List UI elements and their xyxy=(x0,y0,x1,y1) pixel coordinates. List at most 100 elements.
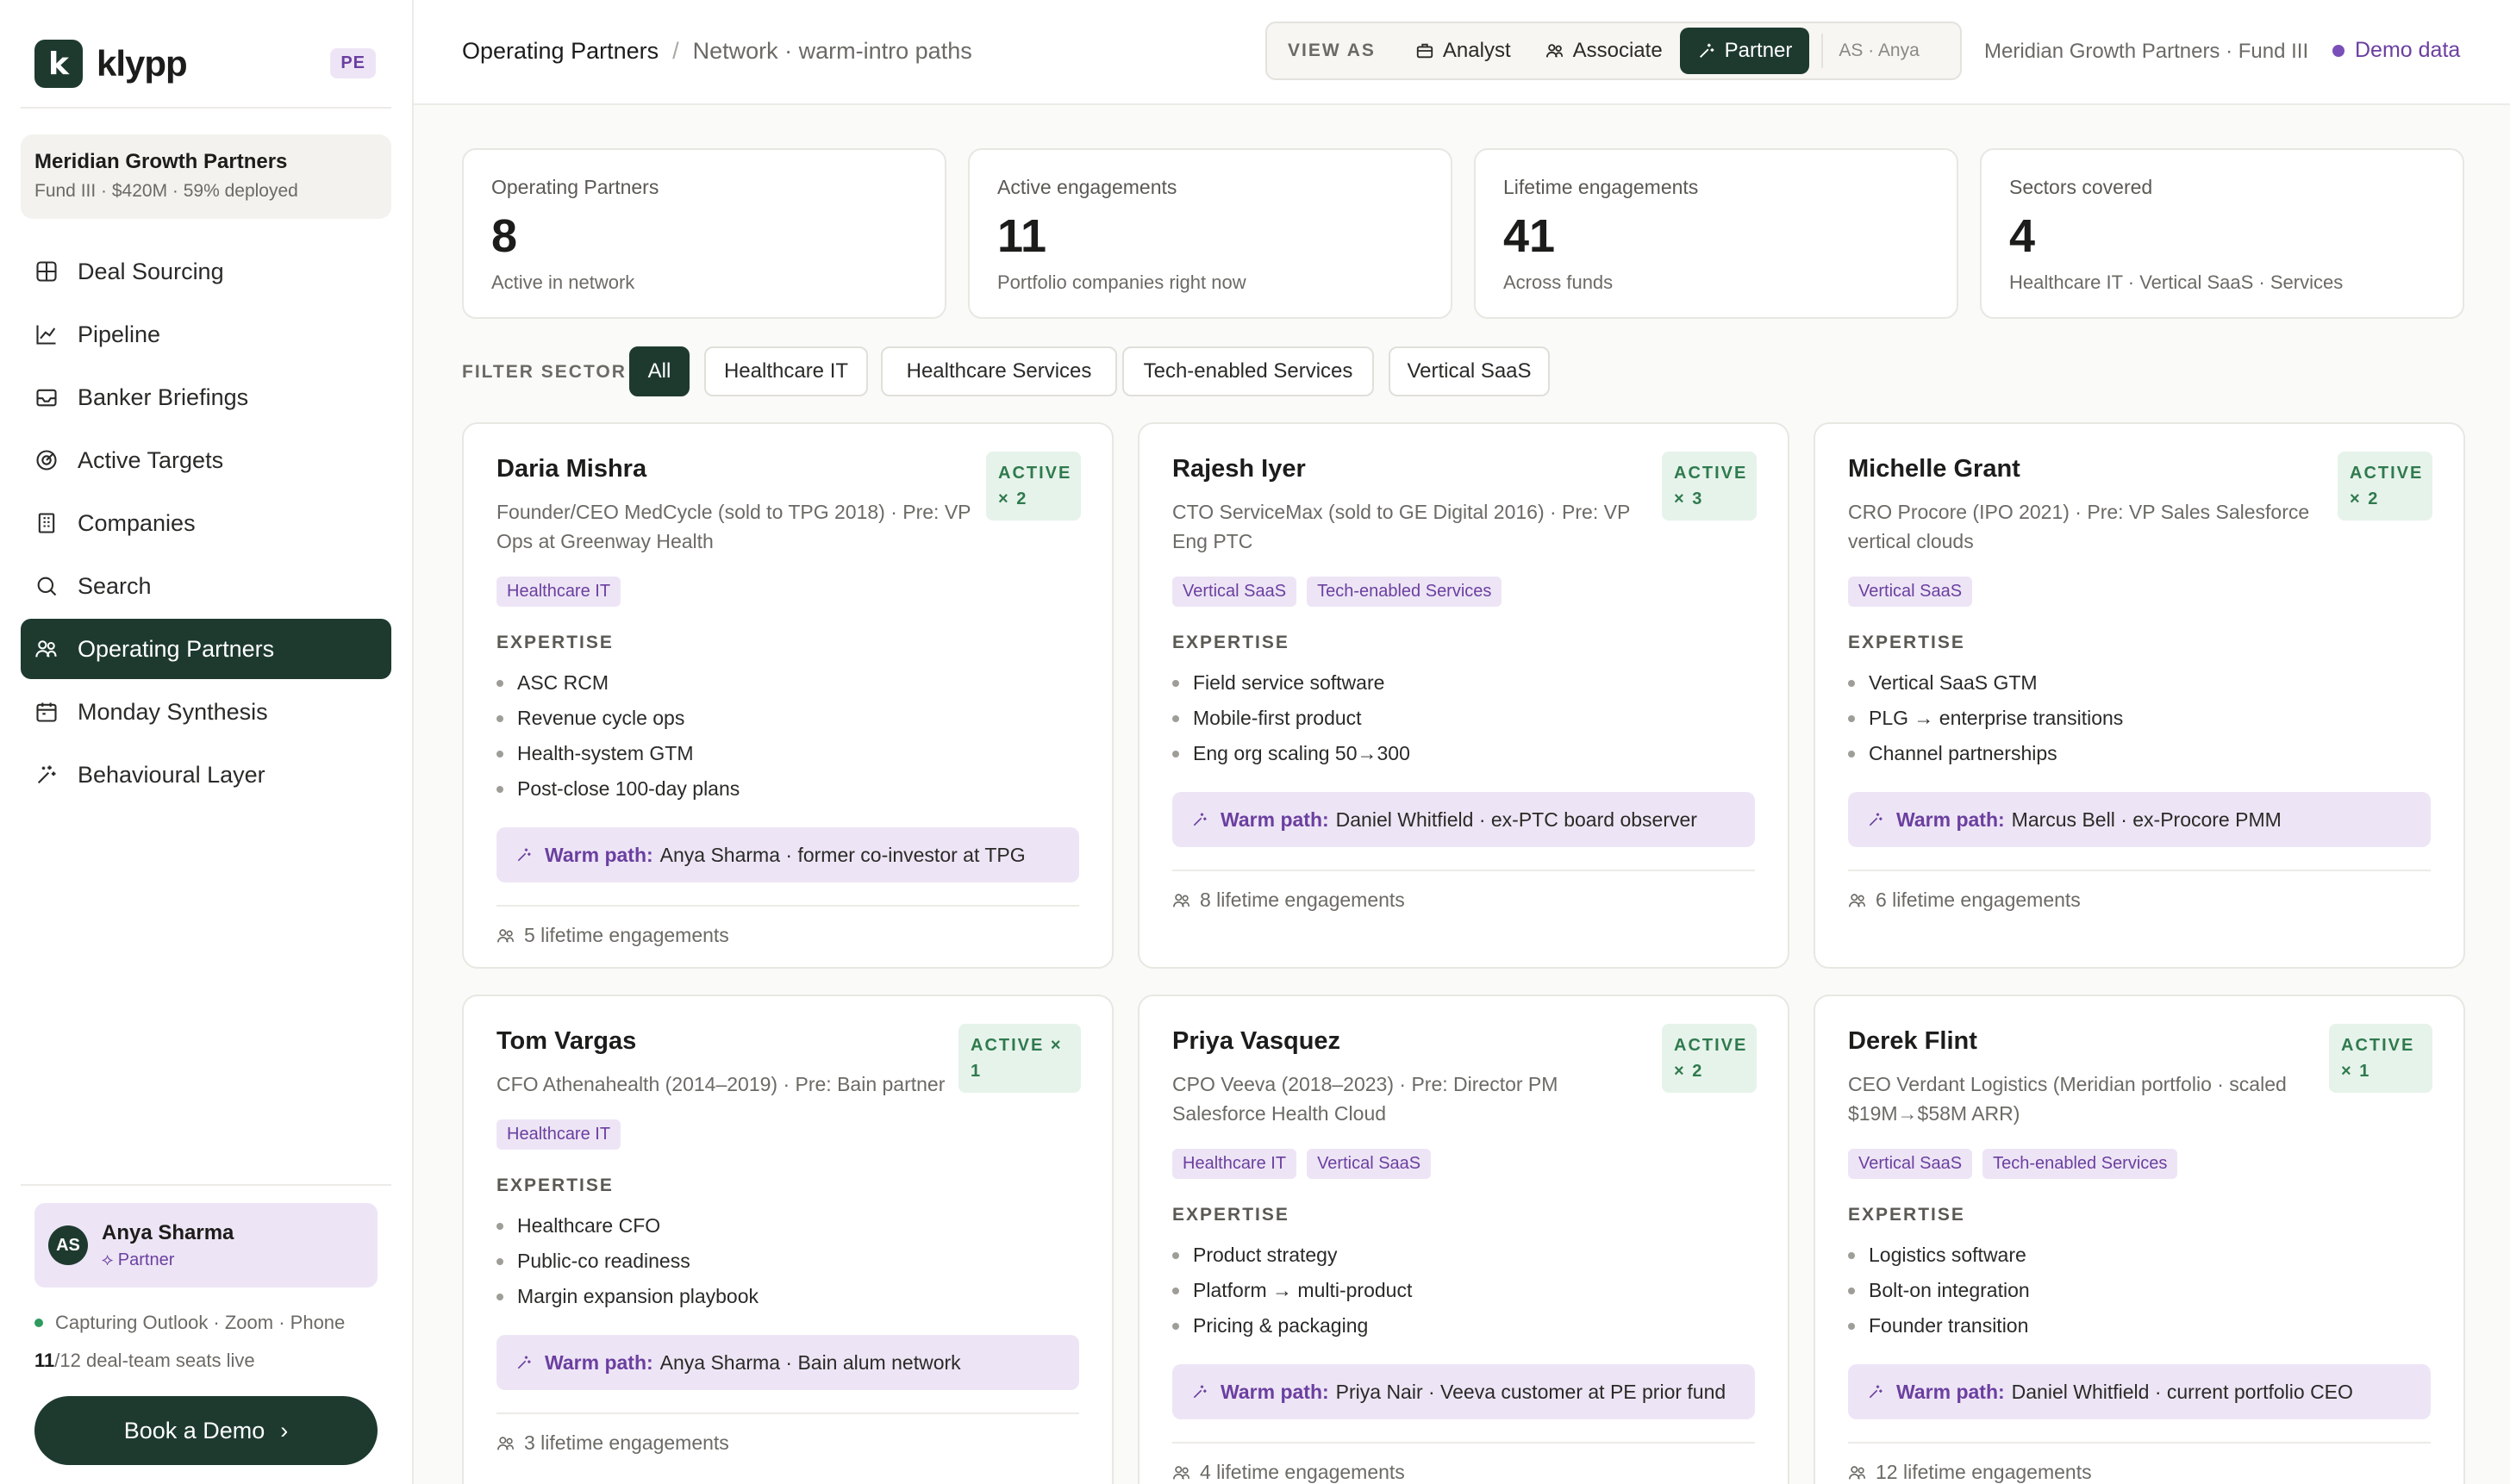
expertise-item: Eng org scaling 50→300 xyxy=(1172,736,1755,771)
partner-title: CPO Veeva (2018–2023) · Pre: Director PM… xyxy=(1172,1073,1558,1125)
sector-tag: Tech-enabled Services xyxy=(1982,1149,2178,1179)
partner-card-daria-mishra[interactable]: Daria Mishra Founder/CEO MedCycle (sold … xyxy=(462,422,1114,969)
partner-name[interactable]: Daria Mishra xyxy=(496,455,962,483)
target-icon xyxy=(36,450,57,471)
partner-name[interactable]: Derek Flint xyxy=(1848,1027,2313,1056)
filter-chip-tech-enabled-services[interactable]: Tech-enabled Services xyxy=(1122,346,1374,396)
sector-tag: Vertical SaaS xyxy=(1848,1149,1973,1179)
expertise-label: EXPERTISE xyxy=(1848,1205,1965,1225)
sidebar-item-deal-sourcing[interactable]: Deal Sourcing xyxy=(21,241,391,302)
sector-tags: Vertical SaaS xyxy=(1848,577,2431,607)
filter-chip-all[interactable]: All xyxy=(629,346,690,396)
expertise-item: Platform → multi-product xyxy=(1172,1273,1755,1308)
sector-tags: Healthcare IT Vertical SaaS xyxy=(1172,1149,1755,1179)
filter-chip-healthcare-it[interactable]: Healthcare IT xyxy=(704,346,868,396)
expertise-label: EXPERTISE xyxy=(1172,1205,1289,1225)
status-badge: ACTIVE × 2 xyxy=(2338,452,2432,521)
building-icon xyxy=(38,513,55,533)
briefcase-icon xyxy=(1416,43,1433,59)
warm-path-value: Anya Sharma · former co-investor at TPG xyxy=(659,843,1026,866)
sparkle-icon xyxy=(1869,1385,1882,1399)
people-icon xyxy=(1173,893,1190,907)
partner-card-priya-vasquez[interactable]: Priya Vasquez CPO Veeva (2018–2023) · Pr… xyxy=(1138,995,1789,1484)
breadcrumb-current[interactable]: Operating Partners xyxy=(462,38,659,64)
warm-path-label: Warm path: xyxy=(1896,807,2005,831)
sidebar-item-companies[interactable]: Companies xyxy=(21,493,391,553)
partner-card-tom-vargas[interactable]: Tom Vargas CFO Athenahealth (2014–2019) … xyxy=(462,995,1114,1484)
warm-path[interactable]: Warm path: Priya Nair · Veeva customer a… xyxy=(1172,1364,1755,1419)
expertise-item: Bolt-on integration xyxy=(1848,1273,2431,1308)
sparkle-icon xyxy=(1699,43,1714,58)
sector-tags: Healthcare IT xyxy=(496,1119,1079,1150)
warm-path[interactable]: Warm path: Daniel Whitfield · current po… xyxy=(1848,1364,2431,1419)
expertise-item: Public-co readiness xyxy=(496,1244,1079,1279)
sparkle-icon xyxy=(37,765,56,784)
sparkle-icon xyxy=(517,848,531,862)
sparkle-icon xyxy=(1193,1385,1207,1399)
book-demo-label: Book a Demo xyxy=(123,1417,265,1443)
warm-path-label: Warm path: xyxy=(1896,1380,2005,1403)
stat-label: Operating Partners xyxy=(491,176,659,198)
sparkle-icon: ⟡ xyxy=(102,1250,118,1269)
sidebar-item-pipeline[interactable]: Pipeline xyxy=(21,304,391,365)
stat-label: Lifetime engagements xyxy=(1503,176,1699,198)
sidebar-item-operating-partners[interactable]: Operating Partners xyxy=(21,619,391,679)
sidebar-item-banker-briefings[interactable]: Banker Briefings xyxy=(21,367,391,427)
sidebar-item-monday-synthesis[interactable]: Monday Synthesis xyxy=(21,682,391,742)
seats-status: 11/12 deal-team seats live xyxy=(34,1350,255,1372)
expertise-item: Health-system GTM xyxy=(496,736,1079,771)
people-icon xyxy=(1849,1465,1866,1479)
warm-path[interactable]: Warm path: Anya Sharma · Bain alum netwo… xyxy=(496,1335,1079,1390)
expertise-item: Healthcare CFO xyxy=(496,1208,1079,1244)
sector-tag: Healthcare IT xyxy=(496,577,621,607)
warm-path[interactable]: Warm path: Daniel Whitfield · ex-PTC boa… xyxy=(1172,792,1755,847)
expertise-item: Revenue cycle ops xyxy=(496,701,1079,736)
user-role: ⟡ Partner xyxy=(102,1250,234,1270)
partner-card-michelle-grant[interactable]: Michelle Grant CRO Procore (IPO 2021) · … xyxy=(1814,422,2465,969)
sector-tag: Vertical SaaS xyxy=(1848,577,1973,607)
lifetime-engagements-label: 12 lifetime engagements xyxy=(1876,1461,2092,1483)
view-as-associate-button[interactable]: Associate xyxy=(1528,28,1680,74)
expertise-item: Margin expansion playbook xyxy=(496,1279,1079,1314)
avatar: AS xyxy=(48,1225,88,1265)
card-divider xyxy=(1172,870,1755,871)
people-icon xyxy=(1173,1465,1190,1479)
view-as-partner-button[interactable]: Partner xyxy=(1679,28,1810,74)
partner-name[interactable]: Rajesh Iyer xyxy=(1172,455,1638,483)
partner-name[interactable]: Michelle Grant xyxy=(1848,455,2313,483)
sidebar-item-label: Behavioural Layer xyxy=(78,761,265,788)
partner-name[interactable]: Tom Vargas xyxy=(496,1027,962,1056)
sidebar-item-label: Search xyxy=(78,572,152,599)
filter-chip-healthcare-services[interactable]: Healthcare Services xyxy=(881,346,1117,396)
demo-dot-icon xyxy=(2332,44,2345,57)
stat-value: 11 xyxy=(997,210,1047,262)
breadcrumb: Operating Partners / Network · warm-intro … xyxy=(462,38,972,65)
partner-name[interactable]: Priya Vasquez xyxy=(1172,1027,1638,1056)
sidebar-item-active-targets[interactable]: Active Targets xyxy=(21,430,391,490)
partner-card-derek-flint[interactable]: Derek Flint CEO Verdant Logistics (Merid… xyxy=(1814,995,2465,1484)
partner-card-rajesh-iyer[interactable]: Rajesh Iyer CTO ServiceMax (sold to GE D… xyxy=(1138,422,1789,969)
expertise-list: Field service software Mobile-first produ… xyxy=(1172,665,1755,771)
expertise-item: PLG → enterprise transitions xyxy=(1848,701,2431,736)
filter-sector-label: FILTER SECTOR xyxy=(462,362,627,382)
user-card[interactable]: AS Anya Sharma ⟡ Partner xyxy=(34,1203,378,1288)
logo[interactable]: k klypp xyxy=(34,40,188,88)
warm-path[interactable]: Warm path: Anya Sharma · former co-inves… xyxy=(496,827,1079,882)
sidebar-item-search[interactable]: Search xyxy=(21,556,391,616)
sidebar-item-behavioural-layer[interactable]: Behavioural Layer xyxy=(21,745,391,805)
filter-chip-vertical-saas[interactable]: Vertical SaaS xyxy=(1389,346,1550,396)
lifetime-engagements: 8 lifetime engagements xyxy=(1172,889,1755,912)
stat-card-lifetime-engagements: Lifetime engagements 41 Across funds xyxy=(1474,148,1958,319)
demo-data-badge[interactable]: Demo data xyxy=(2332,38,2460,63)
fund-name: Meridian Growth Partners xyxy=(34,150,288,173)
seats-total: /12 xyxy=(54,1350,81,1371)
warm-path[interactable]: Warm path: Marcus Bell · ex-Procore PMM xyxy=(1848,792,2431,847)
lifetime-engagements: 3 lifetime engagements xyxy=(496,1431,1079,1455)
book-demo-button[interactable]: Book a Demo › xyxy=(34,1396,378,1465)
partner-title: CRO Procore (IPO 2021) · Pre: VP Sales S… xyxy=(1848,501,2310,552)
view-as-analyst-button[interactable]: Analyst xyxy=(1398,28,1528,74)
fund-card[interactable]: Meridian Growth Partners Fund III · $420… xyxy=(21,134,391,219)
sector-tags: Vertical SaaS Tech-enabled Services xyxy=(1172,577,1755,607)
partner-title: CTO ServiceMax (sold to GE Digital 2016)… xyxy=(1172,501,1630,552)
sector-tags: Vertical SaaS Tech-enabled Services xyxy=(1848,1149,2431,1179)
